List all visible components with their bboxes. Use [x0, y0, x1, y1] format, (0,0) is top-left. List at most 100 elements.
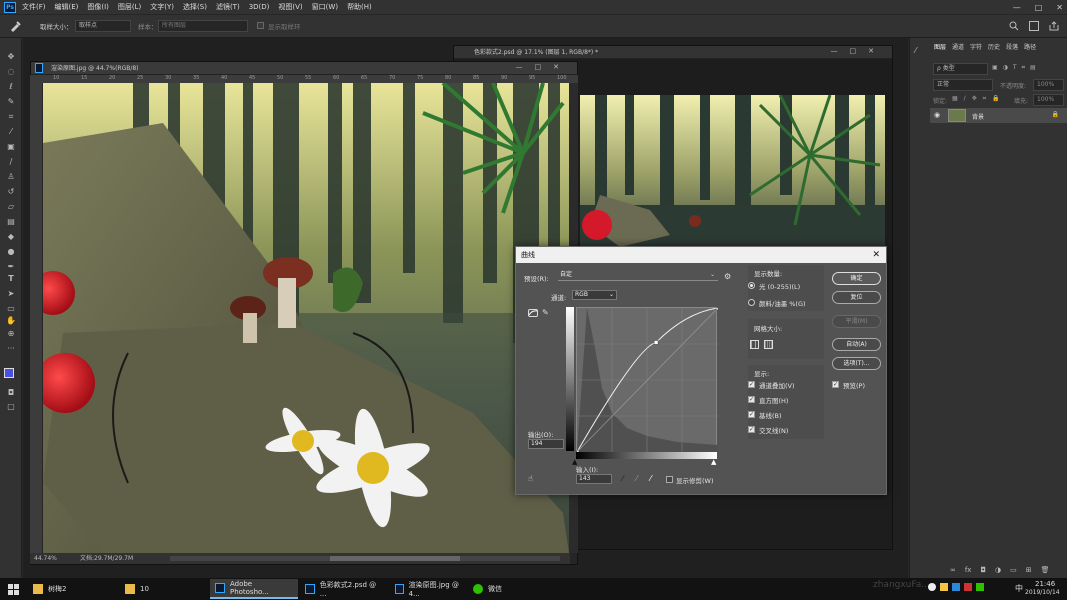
dodge-tool-icon[interactable]: ●: [5, 247, 17, 257]
menu-image[interactable]: 图像(I): [87, 2, 109, 12]
menu-window[interactable]: 窗口(W): [312, 2, 338, 12]
quick-mask-icon[interactable]: ◘: [5, 388, 17, 398]
preset-select[interactable]: 自定 ⌄: [558, 271, 718, 281]
maximize-button[interactable]: □: [1035, 3, 1043, 12]
output-field[interactable]: 194: [528, 439, 564, 449]
adjustment-layer-icon[interactable]: ◑: [995, 566, 1001, 574]
taskbar-item-wechat[interactable]: 微信: [468, 579, 528, 599]
close-button[interactable]: ✕: [1056, 3, 1063, 12]
pigment-radio[interactable]: [748, 299, 755, 306]
gray-eyedropper-icon[interactable]: ⁄: [636, 474, 637, 483]
curve-edit-points-icon[interactable]: [528, 309, 538, 317]
foreground-color-swatch[interactable]: [4, 368, 14, 378]
histogram-checkbox[interactable]: ✓: [748, 396, 755, 403]
fill-field[interactable]: 100%: [1033, 94, 1064, 106]
brush-settings-icon[interactable]: ⁄: [915, 46, 916, 55]
tab-history[interactable]: 历史: [988, 42, 1000, 54]
document-2-controls[interactable]: —□✕: [831, 47, 886, 55]
eyedropper-tool-preset-icon[interactable]: [8, 20, 22, 32]
tab-character[interactable]: 字符: [970, 42, 982, 54]
document-1-controls[interactable]: —□✕: [516, 63, 571, 71]
zoom-level[interactable]: 44.74%: [34, 553, 57, 564]
type-tool-icon[interactable]: T: [5, 274, 17, 284]
menu-type[interactable]: 文字(Y): [150, 2, 174, 12]
sample-size-select[interactable]: 取样点: [75, 20, 131, 32]
more-tools-icon[interactable]: ···: [5, 344, 17, 354]
healing-tool-icon[interactable]: ▣: [5, 142, 17, 152]
horizontal-scrollbar[interactable]: [170, 556, 560, 561]
ok-button[interactable]: 确定: [832, 272, 881, 285]
tray-icon[interactable]: [940, 583, 948, 591]
share-icon[interactable]: [1049, 21, 1059, 31]
link-layers-icon[interactable]: ∞: [950, 566, 956, 574]
scrollbar-thumb[interactable]: [330, 556, 460, 561]
curve-control-point[interactable]: [715, 308, 718, 311]
reset-button[interactable]: 复位: [832, 291, 881, 304]
gradient-tool-icon[interactable]: ▤: [5, 217, 17, 227]
menu-layer[interactable]: 图层(L): [118, 2, 141, 12]
tab-channels[interactable]: 通道: [952, 42, 964, 54]
intersection-line-checkbox[interactable]: ✓: [748, 426, 755, 433]
lock-icons[interactable]: ▦ ∕ ✥ ⌗ 🔒: [952, 95, 1000, 103]
white-eyedropper-icon[interactable]: ⁄: [650, 474, 651, 483]
menu-view[interactable]: 视图(V): [278, 2, 302, 12]
history-brush-tool-icon[interactable]: ↺: [5, 187, 17, 197]
blend-mode-select[interactable]: 正常: [933, 79, 993, 91]
pencil-icon[interactable]: ✎: [542, 308, 549, 317]
document-1-title-bar[interactable]: 渲染原图.jpg @ 44.7%(RGB/8): [31, 62, 577, 75]
tray-icon[interactable]: [964, 583, 972, 591]
smooth-button[interactable]: 平滑(M): [832, 315, 881, 328]
quick-select-tool-icon[interactable]: ✎: [5, 97, 17, 107]
menu-file[interactable]: 文件(F): [22, 2, 46, 12]
close-icon[interactable]: ✕: [872, 247, 880, 263]
zoom-tool-icon[interactable]: ⊕: [5, 329, 17, 339]
document-info[interactable]: 文档:29.7M/29.7M: [80, 553, 133, 564]
add-mask-icon[interactable]: ◘: [980, 566, 986, 574]
simple-grid-icon[interactable]: [750, 340, 759, 349]
curve-graph[interactable]: [576, 307, 718, 452]
input-field[interactable]: 143: [576, 474, 612, 484]
hand-tool-icon[interactable]: ✋: [5, 316, 17, 326]
tab-paths[interactable]: 路径: [1024, 42, 1036, 54]
options-button[interactable]: 选项(T)...: [832, 357, 881, 370]
menu-select[interactable]: 选择(S): [183, 2, 207, 12]
opacity-field[interactable]: 100%: [1033, 79, 1064, 91]
menu-filter[interactable]: 滤镜(T): [216, 2, 240, 12]
channel-select[interactable]: RGB ⌄: [572, 290, 617, 300]
trash-icon[interactable]: 🗑: [1041, 566, 1050, 574]
taskbar-item-folder-1[interactable]: 树梅2: [28, 579, 118, 599]
preview-checkbox[interactable]: ✓: [832, 381, 839, 388]
light-radio[interactable]: [748, 282, 755, 289]
baseline-checkbox[interactable]: ✓: [748, 411, 755, 418]
layer-kind-filter[interactable]: ρ 类型: [933, 63, 988, 75]
taskbar-item-folder-2[interactable]: 10: [120, 579, 208, 599]
clock-time[interactable]: 21:46: [1035, 580, 1055, 588]
blur-tool-icon[interactable]: ◆: [5, 232, 17, 242]
new-layer-icon[interactable]: ⊞: [1026, 566, 1032, 574]
preset-gear-icon[interactable]: ⚙: [724, 272, 731, 281]
black-eyedropper-icon[interactable]: ⁄: [622, 474, 623, 483]
curves-title-bar[interactable]: 曲线 ✕: [516, 247, 886, 263]
start-button[interactable]: [0, 579, 26, 599]
ime-indicator[interactable]: 中: [1015, 583, 1023, 594]
layer-style-icon[interactable]: fx: [965, 566, 972, 574]
show-ring-checkbox[interactable]: [257, 22, 264, 29]
system-tray-icons[interactable]: [928, 583, 984, 591]
eraser-tool-icon[interactable]: ▱: [5, 202, 17, 212]
layer-row-background[interactable]: ◉ 背景 🔒: [930, 108, 1067, 123]
visibility-eye-icon[interactable]: ◉: [934, 111, 942, 119]
tab-paragraph[interactable]: 段落: [1006, 42, 1018, 54]
document-1-canvas[interactable]: [43, 83, 569, 553]
menu-edit[interactable]: 编辑(E): [55, 2, 79, 12]
auto-button[interactable]: 自动(A): [832, 338, 881, 351]
eyedropper-tool-icon[interactable]: ⁄: [5, 127, 17, 137]
layer-filter-icons[interactable]: ▣ ◑ T ⌗ ▤: [992, 64, 1036, 72]
brush-tool-icon[interactable]: ∕: [5, 157, 17, 167]
tab-layers[interactable]: 图层: [934, 42, 946, 54]
screen-mode-icon[interactable]: ▢: [5, 402, 17, 412]
tray-icon[interactable]: [976, 583, 984, 591]
layer-name[interactable]: 背景: [972, 112, 984, 121]
crop-tool-icon[interactable]: ⌗: [5, 112, 17, 122]
minimize-button[interactable]: —: [1013, 3, 1021, 12]
move-tool-icon[interactable]: ✥: [5, 52, 17, 62]
